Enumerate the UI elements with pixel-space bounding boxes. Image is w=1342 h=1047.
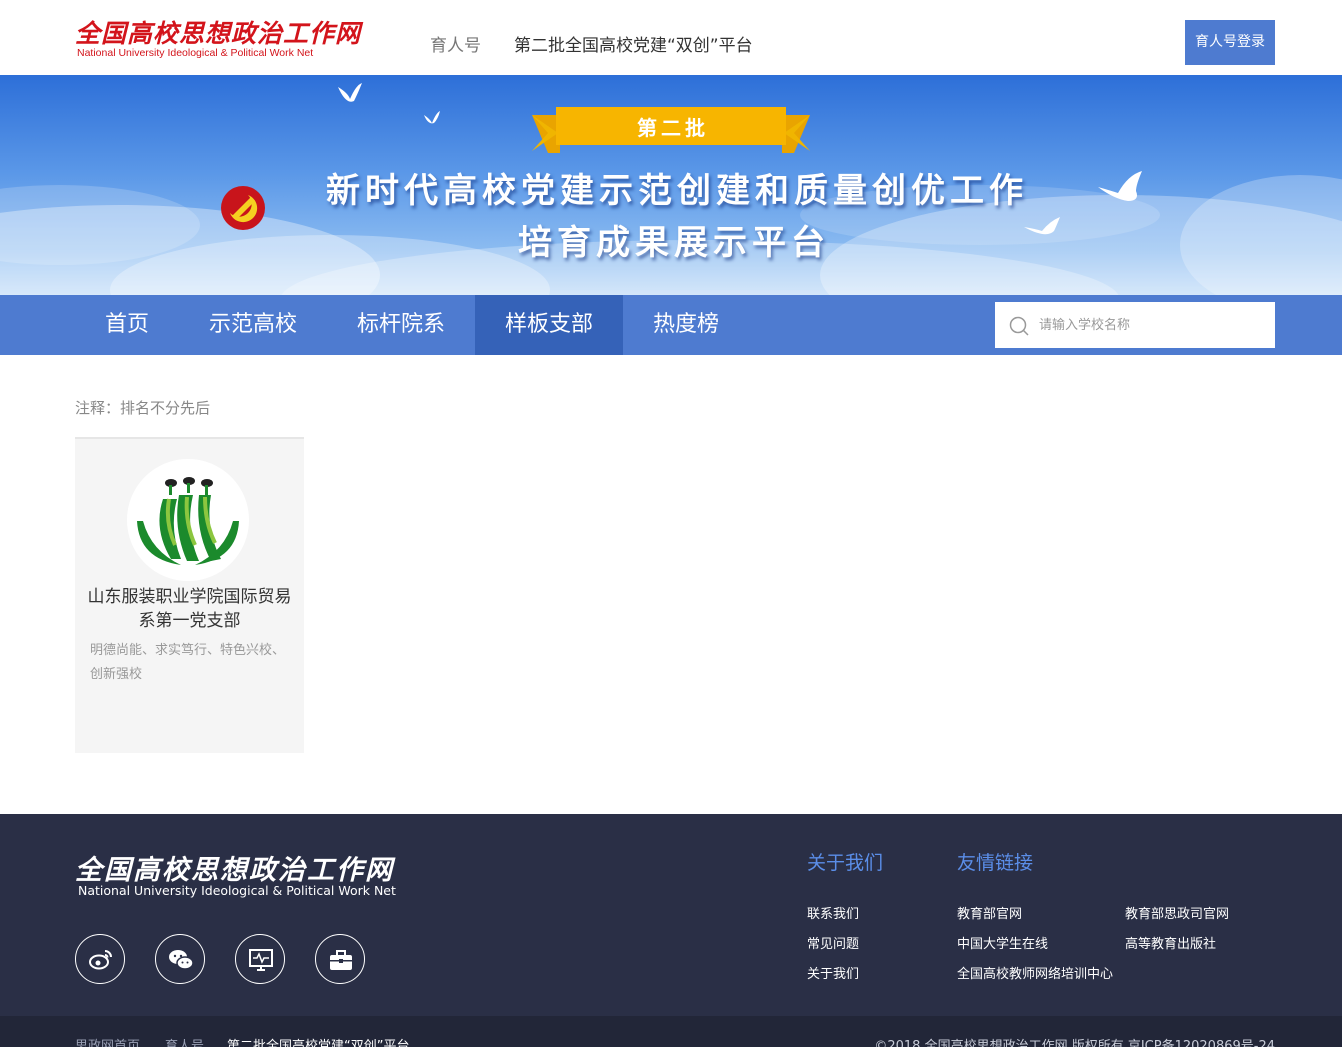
school-logo-icon xyxy=(127,459,249,581)
banner-ribbon-label: 第二批 xyxy=(637,116,709,140)
branch-card-desc: 明德尚能、求实笃行、特色兴校、创新强校 xyxy=(90,643,286,682)
site-logo-en: National University Ideological & Politi… xyxy=(77,47,314,59)
weibo-icon[interactable] xyxy=(75,934,125,984)
link-contact-us[interactable]: 联系我们 xyxy=(807,903,859,922)
footer-logo-cn: 全国高校思想政治工作网 xyxy=(75,855,394,886)
tab-benchmark-departments[interactable]: 标杆院系 xyxy=(327,295,475,355)
login-button[interactable]: 育人号登录 xyxy=(1185,20,1275,65)
main-content: 注释：排名不分先后 山东服装职业学院国际贸易系第一党支部 明德尚能、求实笃行、特… xyxy=(0,355,1342,814)
friend-links-heading: 友情链接 xyxy=(957,852,1034,874)
link-moe[interactable]: 教育部官网 xyxy=(957,903,1022,922)
site-logo-cn: 全国高校思想政治工作网 xyxy=(75,19,362,48)
link-hep[interactable]: 高等教育出版社 xyxy=(1125,933,1216,952)
monitor-icon[interactable] xyxy=(235,934,285,984)
bottom-link-yurenhao[interactable]: 育人号 xyxy=(165,1035,204,1047)
bottom-link-shuangchuang[interactable]: 第二批全国高校党建“双创”平台 xyxy=(227,1035,409,1047)
footer-logo-en: National University Ideological & Politi… xyxy=(78,883,396,898)
link-faq[interactable]: 常见问题 xyxy=(807,933,859,952)
dove-icon xyxy=(424,111,440,124)
branch-card[interactable]: 山东服装职业学院国际贸易系第一党支部 明德尚能、求实笃行、特色兴校、创新强校 xyxy=(75,437,304,753)
banner-title-line1: 新时代高校党建示范创建和质量创优工作 xyxy=(326,171,1028,211)
hero-banner: 第二批 新时代高校党建示范创建和质量创优工作 培育成果展示平台 xyxy=(0,75,1342,295)
branch-card-title: 山东服装职业学院国际贸易系第一党支部 xyxy=(87,587,292,631)
search-input[interactable] xyxy=(1039,302,1269,348)
top-header: 全国高校思想政治工作网 National University Ideologi… xyxy=(0,0,1342,75)
wechat-icon[interactable] xyxy=(155,934,205,984)
main-nav: 首页 示范高校 标杆院系 样板支部 热度榜 xyxy=(0,295,1342,355)
briefcase-icon[interactable] xyxy=(315,934,365,984)
bottom-link-home[interactable]: 思政网首页 xyxy=(75,1035,140,1047)
tab-demo-universities[interactable]: 示范高校 xyxy=(179,295,327,355)
dove-icon xyxy=(338,83,362,102)
link-teacher-training[interactable]: 全国高校教师网络培训中心 xyxy=(957,963,1113,982)
tab-popularity-ranking[interactable]: 热度榜 xyxy=(623,295,749,355)
nav-link-shuangchuang[interactable]: 第二批全国高校党建“双创”平台 xyxy=(514,31,753,56)
site-footer: 全国高校思想政治工作网 National University Ideologi… xyxy=(0,814,1342,1016)
about-heading: 关于我们 xyxy=(807,852,884,874)
bottom-bar: 思政网首页 育人号 第二批全国高校党建“双创”平台 ©2018 全国高校思想政治… xyxy=(0,1016,1342,1047)
search-icon[interactable] xyxy=(1009,316,1029,336)
site-logo[interactable]: 全国高校思想政治工作网 National University Ideologi… xyxy=(75,14,365,62)
tab-model-branches[interactable]: 样板支部 xyxy=(475,295,623,355)
ranking-note: 注释：排名不分先后 xyxy=(75,399,211,417)
link-moe-szs[interactable]: 教育部思政司官网 xyxy=(1125,903,1229,922)
search-box xyxy=(995,302,1275,348)
link-about-us[interactable]: 关于我们 xyxy=(807,963,859,982)
nav-link-yurenhao[interactable]: 育人号 xyxy=(430,31,481,56)
link-univs[interactable]: 中国大学生在线 xyxy=(957,933,1048,952)
banner-title-line2: 培育成果展示平台 xyxy=(518,223,830,263)
tab-home[interactable]: 首页 xyxy=(75,295,179,355)
copyright: ©2018 全国高校思想政治工作网 版权所有 京ICP备12020869号-24 xyxy=(874,1039,1275,1047)
